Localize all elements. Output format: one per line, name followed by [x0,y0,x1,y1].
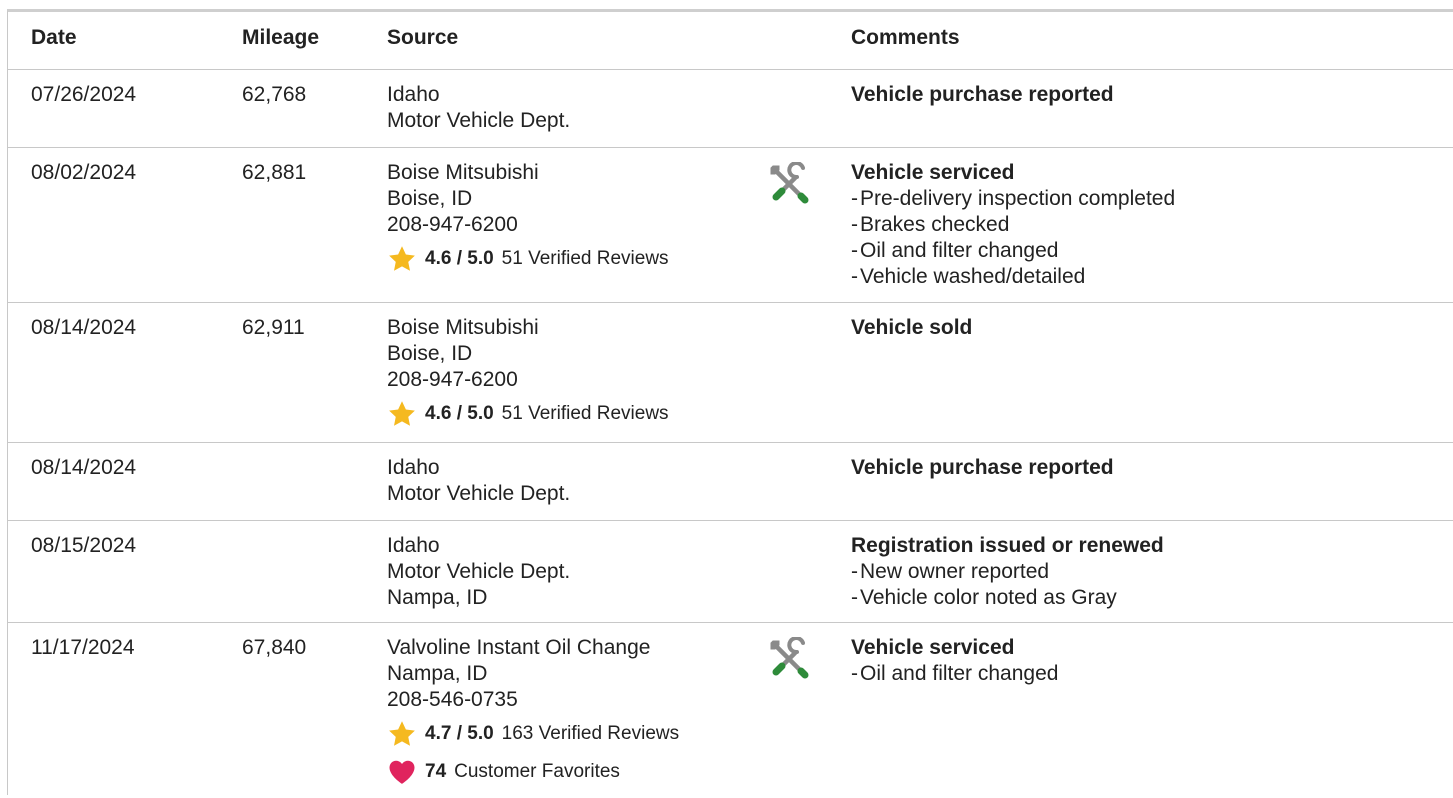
source-line: Boise, ID [387,187,473,210]
favorites-label: Customer Favorites [454,761,620,782]
table-row: 08/14/2024 62,911 Boise Mitsubishi Boise, I… [8,303,1453,443]
row-date: 07/26/2024 [31,83,137,106]
comment-title: Vehicle sold [851,316,973,339]
row-date: 08/02/2024 [31,161,137,184]
comment-item: Oil and filter changed [851,661,1058,687]
source-line: 208-947-6200 [387,213,518,236]
row-mileage: 62,911 [242,316,305,339]
row-source: Idaho Motor Vehicle Dept. [387,82,570,134]
comment-item: Pre-delivery inspection completed [851,186,1175,212]
table-row: 07/26/2024 62,768 Idaho Motor Vehicle Dept.… [8,70,1453,148]
source-line: Motor Vehicle Dept. [387,560,571,583]
source-line: Boise, ID [387,342,473,365]
source-line: Idaho [387,534,440,557]
rating-reviews[interactable]: 51 Verified Reviews [502,247,669,271]
table-row: 11/17/2024 67,840 Valvoline Instant Oil Ch… [8,623,1453,798]
rating-reviews[interactable]: 51 Verified Reviews [502,402,669,426]
row-mileage: 62,881 [242,161,307,184]
comment-title: Vehicle serviced [851,636,1015,659]
rating-score: 4.6 / 5.0 [425,403,494,424]
header-source: Source [387,26,459,49]
comment-item: Vehicle color noted as Gray [851,585,1164,611]
comment-item: Vehicle washed/detailed [851,264,1175,290]
comment-title: Vehicle serviced [851,161,1015,184]
star-icon [389,246,415,271]
source-line: Valvoline Instant Oil Change [387,636,651,659]
row-comments: Vehicle purchase reported [851,455,1114,481]
source-line: Boise Mitsubishi [387,161,539,184]
source-line: Boise Mitsubishi [387,316,539,339]
row-comments: Registration issued or renewedNew owner … [851,533,1164,611]
header-date: Date [31,26,77,49]
comment-item: Brakes checked [851,212,1175,238]
row-comments: Vehicle purchase reported [851,82,1114,108]
row-comments: Vehicle servicedPre-delivery inspection … [851,160,1175,290]
comment-title: Vehicle purchase reported [851,83,1114,106]
source-line: Nampa, ID [387,586,488,609]
rating-score: 4.7 / 5.0 [425,723,494,744]
source-line: Nampa, ID [387,662,488,685]
row-date: 11/17/2024 [31,636,135,659]
customer-favorites[interactable]: 74 Customer Favorites [387,757,679,787]
row-source: Idaho Motor Vehicle Dept. [387,455,570,507]
row-date: 08/15/2024 [31,534,137,557]
table-row: 08/15/2024 Idaho Motor Vehicle Dept. Nampa,… [8,521,1453,623]
star-icon [389,721,415,746]
source-line: Idaho [387,83,440,106]
rating-reviews[interactable]: 163 Verified Reviews [502,722,679,746]
row-source: Boise Mitsubishi Boise, ID 208-947-6200 4.6… [387,160,669,274]
source-line: 208-546-0735 [387,688,518,711]
table-header: Date Mileage Source Comments [8,12,1453,70]
row-mileage: 67,840 [242,636,307,659]
row-comments: Vehicle sold [851,315,972,341]
favorites-count: 74 [425,761,447,782]
dealer-rating[interactable]: 4.7 / 5.0 163 Verified Reviews [387,719,679,749]
heart-icon [389,760,415,784]
comment-item: Oil and filter changed [851,238,1175,264]
row-mileage: 62,768 [242,83,307,106]
comment-item: New owner reported [851,559,1164,585]
comment-title: Vehicle purchase reported [851,456,1114,479]
source-line: Motor Vehicle Dept. [387,109,571,132]
source-line: Motor Vehicle Dept. [387,482,571,505]
service-tools-icon [767,161,811,206]
comment-title: Registration issued or renewed [851,534,1164,557]
row-source: Idaho Motor Vehicle Dept. Nampa, ID [387,533,570,611]
dealer-rating[interactable]: 4.6 / 5.0 51 Verified Reviews [387,244,669,274]
row-date: 08/14/2024 [31,316,137,339]
table-row: 08/02/2024 62,881 Boise Mitsubishi Boise, I… [8,148,1453,303]
service-tools-icon [767,636,811,681]
source-line: 208-947-6200 [387,368,518,391]
row-date: 08/14/2024 [31,456,137,479]
row-source: Boise Mitsubishi Boise, ID 208-947-6200 4.6… [387,315,669,429]
table-row: 08/14/2024 Idaho Motor Vehicle Dept. Vehicl… [8,443,1453,521]
source-line: Idaho [387,456,440,479]
header-comments: Comments [851,26,960,49]
star-icon [389,401,415,426]
dealer-rating[interactable]: 4.6 / 5.0 51 Verified Reviews [387,399,669,429]
row-comments: Vehicle servicedOil and filter changed [851,635,1058,687]
vehicle-history-table: Date Mileage Source Comments 07/26/2024 6… [7,9,1453,795]
row-source: Valvoline Instant Oil Change Nampa, ID 208… [387,635,679,787]
rating-score: 4.6 / 5.0 [425,248,494,269]
header-mileage: Mileage [242,26,320,49]
